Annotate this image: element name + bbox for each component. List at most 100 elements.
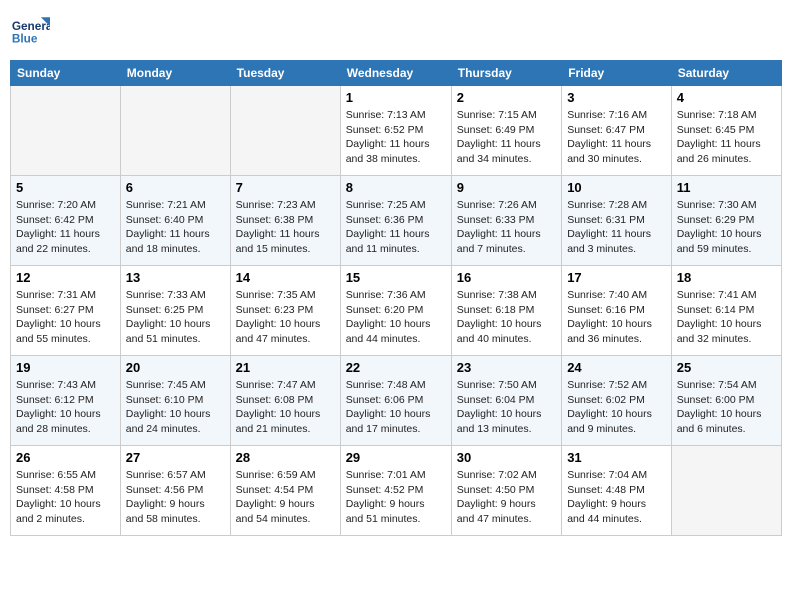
day-info: Sunrise: 7:48 AM Sunset: 6:06 PM Dayligh… (346, 378, 446, 437)
calendar-cell: 7 Sunrise: 7:23 AM Sunset: 6:38 PM Daylig… (230, 176, 340, 266)
calendar-cell: 8 Sunrise: 7:25 AM Sunset: 6:36 PM Daylig… (340, 176, 451, 266)
day-number: 29 (346, 450, 446, 465)
calendar-cell: 30 Sunrise: 7:02 AM Sunset: 4:50 PM Dayli… (451, 446, 561, 536)
calendar-cell (671, 446, 781, 536)
day-info: Sunrise: 7:35 AM Sunset: 6:23 PM Dayligh… (236, 288, 335, 347)
day-info: Sunrise: 7:16 AM Sunset: 6:47 PM Dayligh… (567, 108, 666, 167)
calendar-table: SundayMondayTuesdayWednesdayThursdayFrid… (10, 60, 782, 536)
day-info: Sunrise: 7:43 AM Sunset: 6:12 PM Dayligh… (16, 378, 115, 437)
day-number: 20 (126, 360, 225, 375)
day-number: 27 (126, 450, 225, 465)
day-number: 3 (567, 90, 666, 105)
day-info: Sunrise: 7:01 AM Sunset: 4:52 PM Dayligh… (346, 468, 446, 527)
day-info: Sunrise: 6:55 AM Sunset: 4:58 PM Dayligh… (16, 468, 115, 527)
day-number: 21 (236, 360, 335, 375)
day-info: Sunrise: 7:31 AM Sunset: 6:27 PM Dayligh… (16, 288, 115, 347)
day-info: Sunrise: 7:30 AM Sunset: 6:29 PM Dayligh… (677, 198, 776, 257)
day-info: Sunrise: 7:13 AM Sunset: 6:52 PM Dayligh… (346, 108, 446, 167)
calendar-cell (120, 86, 230, 176)
day-info: Sunrise: 6:57 AM Sunset: 4:56 PM Dayligh… (126, 468, 225, 527)
day-info: Sunrise: 7:02 AM Sunset: 4:50 PM Dayligh… (457, 468, 556, 527)
calendar-cell: 12 Sunrise: 7:31 AM Sunset: 6:27 PM Dayli… (11, 266, 121, 356)
page-header: General Blue (10, 10, 782, 50)
calendar-cell (11, 86, 121, 176)
day-number: 16 (457, 270, 556, 285)
day-info: Sunrise: 7:26 AM Sunset: 6:33 PM Dayligh… (457, 198, 556, 257)
calendar-cell: 13Sunrise: 7:33 AM Sunset: 6:25 PM Dayli… (120, 266, 230, 356)
day-info: Sunrise: 7:41 AM Sunset: 6:14 PM Dayligh… (677, 288, 776, 347)
day-number: 1 (346, 90, 446, 105)
day-number: 25 (677, 360, 776, 375)
day-number: 22 (346, 360, 446, 375)
calendar-cell: 22 Sunrise: 7:48 AM Sunset: 6:06 PM Dayli… (340, 356, 451, 446)
day-info: Sunrise: 6:59 AM Sunset: 4:54 PM Dayligh… (236, 468, 335, 527)
day-info: Sunrise: 7:04 AM Sunset: 4:48 PM Dayligh… (567, 468, 666, 527)
calendar-cell: 4Sunrise: 7:18 AM Sunset: 6:45 PM Daylig… (671, 86, 781, 176)
calendar-cell: 27 Sunrise: 6:57 AM Sunset: 4:56 PM Dayli… (120, 446, 230, 536)
day-info: Sunrise: 7:36 AM Sunset: 6:20 PM Dayligh… (346, 288, 446, 347)
day-info: Sunrise: 7:45 AM Sunset: 6:10 PM Dayligh… (126, 378, 225, 437)
calendar-cell (230, 86, 340, 176)
calendar-cell: 21 Sunrise: 7:47 AM Sunset: 6:08 PM Dayli… (230, 356, 340, 446)
calendar-cell: 3 Sunrise: 7:16 AM Sunset: 6:47 PM Daylig… (562, 86, 672, 176)
day-info: Sunrise: 7:54 AM Sunset: 6:00 PM Dayligh… (677, 378, 776, 437)
day-info: Sunrise: 7:15 AM Sunset: 6:49 PM Dayligh… (457, 108, 556, 167)
day-info: Sunrise: 7:33 AM Sunset: 6:25 PM Dayligh… (126, 288, 225, 347)
day-info: Sunrise: 7:23 AM Sunset: 6:38 PM Dayligh… (236, 198, 335, 257)
day-number: 6 (126, 180, 225, 195)
day-number: 7 (236, 180, 335, 195)
logo: General Blue (10, 10, 56, 50)
weekday-header-monday: Monday (120, 61, 230, 86)
day-number: 5 (16, 180, 115, 195)
day-number: 4 (677, 90, 776, 105)
calendar-cell: 10 Sunrise: 7:28 AM Sunset: 6:31 PM Dayli… (562, 176, 672, 266)
calendar-cell: 18 Sunrise: 7:41 AM Sunset: 6:14 PM Dayli… (671, 266, 781, 356)
day-number: 12 (16, 270, 115, 285)
calendar-cell: 17 Sunrise: 7:40 AM Sunset: 6:16 PM Dayli… (562, 266, 672, 356)
calendar-cell: 1 Sunrise: 7:13 AM Sunset: 6:52 PM Daylig… (340, 86, 451, 176)
calendar-cell: 31 Sunrise: 7:04 AM Sunset: 4:48 PM Dayli… (562, 446, 672, 536)
calendar-cell: 26 Sunrise: 6:55 AM Sunset: 4:58 PM Dayli… (11, 446, 121, 536)
calendar-cell: 23 Sunrise: 7:50 AM Sunset: 6:04 PM Dayli… (451, 356, 561, 446)
calendar-cell: 9Sunrise: 7:26 AM Sunset: 6:33 PM Daylig… (451, 176, 561, 266)
day-info: Sunrise: 7:47 AM Sunset: 6:08 PM Dayligh… (236, 378, 335, 437)
day-number: 18 (677, 270, 776, 285)
day-number: 11 (677, 180, 776, 195)
calendar-cell: 20 Sunrise: 7:45 AM Sunset: 6:10 PM Dayli… (120, 356, 230, 446)
day-info: Sunrise: 7:28 AM Sunset: 6:31 PM Dayligh… (567, 198, 666, 257)
calendar-cell: 29 Sunrise: 7:01 AM Sunset: 4:52 PM Dayli… (340, 446, 451, 536)
calendar-cell: 6 Sunrise: 7:21 AM Sunset: 6:40 PM Daylig… (120, 176, 230, 266)
day-info: Sunrise: 7:21 AM Sunset: 6:40 PM Dayligh… (126, 198, 225, 257)
day-number: 10 (567, 180, 666, 195)
day-number: 30 (457, 450, 556, 465)
day-info: Sunrise: 7:52 AM Sunset: 6:02 PM Dayligh… (567, 378, 666, 437)
day-number: 8 (346, 180, 446, 195)
day-info: Sunrise: 7:38 AM Sunset: 6:18 PM Dayligh… (457, 288, 556, 347)
day-number: 17 (567, 270, 666, 285)
day-info: Sunrise: 7:20 AM Sunset: 6:42 PM Dayligh… (16, 198, 115, 257)
calendar-cell: 2 Sunrise: 7:15 AM Sunset: 6:49 PM Daylig… (451, 86, 561, 176)
day-number: 15 (346, 270, 446, 285)
calendar-cell: 11 Sunrise: 7:30 AM Sunset: 6:29 PM Dayli… (671, 176, 781, 266)
day-number: 28 (236, 450, 335, 465)
day-number: 2 (457, 90, 556, 105)
weekday-header-sunday: Sunday (11, 61, 121, 86)
weekday-header-wednesday: Wednesday (340, 61, 451, 86)
weekday-header-saturday: Saturday (671, 61, 781, 86)
calendar-cell: 19 Sunrise: 7:43 AM Sunset: 6:12 PM Dayli… (11, 356, 121, 446)
calendar-cell: 25 Sunrise: 7:54 AM Sunset: 6:00 PM Dayli… (671, 356, 781, 446)
day-info: Sunrise: 7:50 AM Sunset: 6:04 PM Dayligh… (457, 378, 556, 437)
calendar-cell: 14Sunrise: 7:35 AM Sunset: 6:23 PM Dayli… (230, 266, 340, 356)
calendar-cell: 16 Sunrise: 7:38 AM Sunset: 6:18 PM Dayli… (451, 266, 561, 356)
day-number: 26 (16, 450, 115, 465)
day-number: 23 (457, 360, 556, 375)
day-info: Sunrise: 7:40 AM Sunset: 6:16 PM Dayligh… (567, 288, 666, 347)
calendar-cell: 15 Sunrise: 7:36 AM Sunset: 6:20 PM Dayli… (340, 266, 451, 356)
day-number: 24 (567, 360, 666, 375)
day-number: 31 (567, 450, 666, 465)
svg-text:Blue: Blue (12, 32, 38, 46)
day-info: Sunrise: 7:25 AM Sunset: 6:36 PM Dayligh… (346, 198, 446, 257)
weekday-header-tuesday: Tuesday (230, 61, 340, 86)
day-number: 19 (16, 360, 115, 375)
calendar-cell: 5 Sunrise: 7:20 AM Sunset: 6:42 PM Daylig… (11, 176, 121, 266)
